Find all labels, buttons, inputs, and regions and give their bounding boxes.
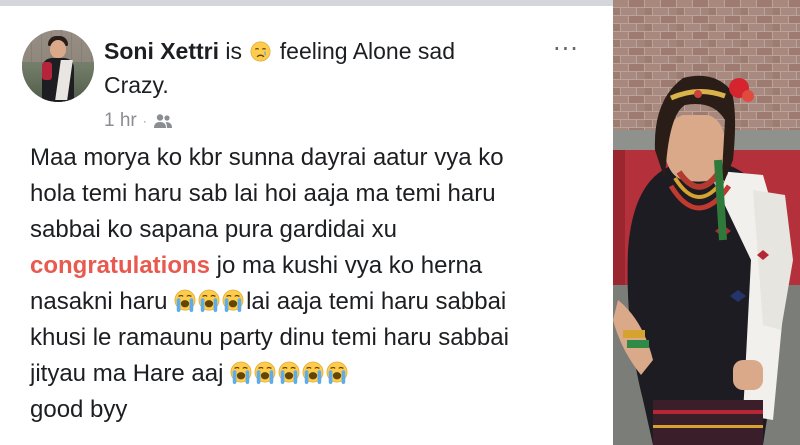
woman-portrait-illustration xyxy=(613,0,800,445)
post-text-line: jityau ma Hare aaj xyxy=(30,356,600,392)
loudly-crying-face-icon xyxy=(278,361,300,384)
post-text-segment: jityau ma Hare aaj xyxy=(30,360,231,387)
post-meta: 1 hr · xyxy=(104,110,173,132)
post-text-line: good byy xyxy=(30,396,128,423)
loudly-crying-face-icon xyxy=(326,361,348,384)
loudly-crying-face-icon xyxy=(230,361,252,384)
friends-icon[interactable] xyxy=(153,113,173,129)
feeling-text: feeling Alone sad xyxy=(273,38,455,64)
loudly-crying-face-icon xyxy=(302,361,324,384)
post-text-line: congratulations jo ma kushi vya ko herna xyxy=(30,248,600,284)
more-options-button[interactable]: ··· xyxy=(549,37,583,61)
post-text-line: sabbai ko sapana pura gardidai xu xyxy=(30,216,397,243)
post-text-segment: lai aaja temi haru sabbai xyxy=(246,288,507,315)
loudly-crying-face-icon xyxy=(198,289,220,312)
post-text-line: Maa morya ko kbr sunna dayrai aatur vya … xyxy=(30,144,504,171)
highlighted-word[interactable]: congratulations xyxy=(30,252,210,279)
meta-separator: · xyxy=(142,114,147,128)
post-text-line: nasakni haru lai aaja temi haru sabbai xyxy=(30,284,600,320)
facebook-post: Soni Xettri is feeling Alone sad Crazy. ·… xyxy=(0,6,613,445)
post-text-segment: jo ma kushi vya ko herna xyxy=(210,252,483,279)
loudly-crying-face-icon xyxy=(254,361,276,384)
profile-photo xyxy=(613,0,800,445)
post-text-line: khusi le ramaunu party dinu temi haru sa… xyxy=(30,324,509,351)
post-text-line: hola temi haru sab lai hoi aaja ma temi … xyxy=(30,180,496,207)
post-text-segment: nasakni haru xyxy=(30,288,175,315)
post-text: Maa morya ko kbr sunna dayrai aatur vya … xyxy=(30,140,600,428)
post-header: Soni Xettri is feeling Alone sad Crazy. xyxy=(104,34,544,102)
loudly-crying-face-icon xyxy=(174,289,196,312)
post-timestamp[interactable]: 1 hr xyxy=(104,110,137,132)
screenshot-frame: Soni Xettri is feeling Alone sad Crazy. ·… xyxy=(0,0,800,445)
author-suffix: is xyxy=(219,38,249,64)
loudly-crying-face-icon xyxy=(222,289,244,312)
author-avatar[interactable] xyxy=(22,30,94,102)
author-name[interactable]: Soni Xettri xyxy=(104,38,219,64)
crying-face-icon xyxy=(250,41,271,62)
feeling-text-2: Crazy. xyxy=(104,72,169,98)
